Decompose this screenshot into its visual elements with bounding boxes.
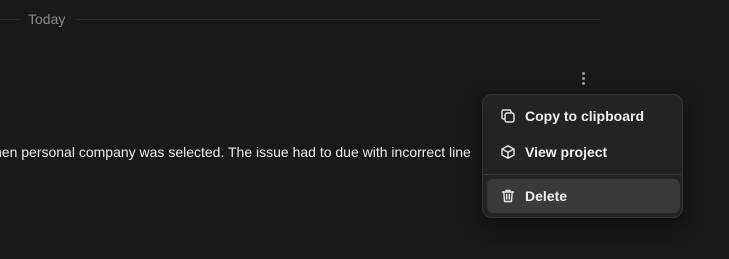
delete-item[interactable]: Delete xyxy=(487,179,680,213)
cube-icon xyxy=(500,144,516,160)
section-label-today: Today xyxy=(28,11,66,27)
more-vertical-icon-dot xyxy=(581,76,585,80)
copy-icon xyxy=(500,108,516,124)
menu-separator xyxy=(483,174,682,175)
activity-panel: Today hen personal company was selected.… xyxy=(0,0,729,259)
more-vertical-icon-dot xyxy=(581,81,585,85)
copy-to-clipboard-item[interactable]: Copy to clipboard xyxy=(487,99,680,133)
more-vertical-icon xyxy=(581,71,585,75)
delete-label: Delete xyxy=(525,188,568,204)
context-menu: Copy to clipboard View project Delete xyxy=(482,94,683,218)
copy-to-clipboard-label: Copy to clipboard xyxy=(525,108,644,124)
activity-entry-text: hen personal company was selected. The i… xyxy=(0,144,471,160)
section-divider-right xyxy=(76,19,600,20)
view-project-item[interactable]: View project xyxy=(487,135,680,169)
more-options-button[interactable] xyxy=(574,68,592,88)
view-project-label: View project xyxy=(525,144,608,160)
trash-icon xyxy=(500,188,516,204)
section-divider-left xyxy=(0,19,20,20)
